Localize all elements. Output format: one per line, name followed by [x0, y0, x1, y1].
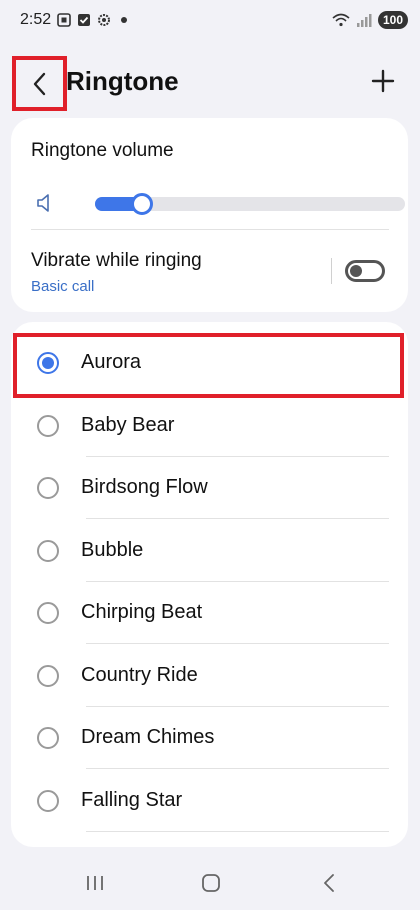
volume-row: [31, 188, 405, 218]
back-icon: [324, 874, 334, 892]
chevron-left-icon: [33, 72, 45, 95]
vibrate-sublabel: Basic call: [31, 278, 95, 295]
ringtone-item[interactable]: Baby Bear: [11, 395, 408, 457]
ringtone-item[interactable]: Aurora: [11, 332, 408, 394]
ringtone-item[interactable]: Dream Chimes: [11, 707, 408, 769]
back-button[interactable]: [12, 56, 67, 111]
status-time: 2:52: [20, 11, 52, 28]
status-bar: 2:52 100: [0, 0, 420, 40]
card-divider: [31, 229, 389, 230]
speaker-icon[interactable]: [35, 192, 57, 214]
volume-slider[interactable]: [95, 193, 405, 215]
ringtone-label: Country Ride: [81, 663, 198, 686]
ringtone-label: Baby Bear: [81, 413, 175, 436]
add-ringtone-button[interactable]: [368, 66, 398, 96]
screenshot-icon: [57, 13, 71, 27]
toggle-knob: [350, 265, 362, 277]
radio-button[interactable]: [37, 664, 59, 687]
list-divider: [86, 830, 389, 832]
ringtone-volume-label: Ringtone volume: [31, 140, 174, 161]
vibrate-label[interactable]: Vibrate while ringing: [31, 250, 202, 272]
radio-button[interactable]: [37, 602, 59, 624]
plus-icon: [371, 69, 395, 93]
home-button[interactable]: [196, 871, 226, 895]
radio-button[interactable]: [37, 539, 59, 562]
app-header: Ringtone: [0, 52, 420, 112]
status-left: 2:52: [20, 11, 128, 29]
radio-button[interactable]: [37, 352, 59, 374]
ringtone-label: Falling Star: [81, 788, 183, 811]
dot-icon: [121, 17, 128, 23]
page-title: Ringtone: [66, 66, 179, 96]
recent-apps-button[interactable]: [80, 871, 110, 895]
vibrate-toggle[interactable]: [345, 260, 385, 282]
ringtone-item[interactable]: Bubble: [11, 520, 408, 582]
check-icon: [78, 14, 91, 26]
navigation-bar: [0, 855, 420, 910]
status-right: 100: [332, 11, 408, 29]
radio-button[interactable]: [37, 477, 59, 499]
settings-icon: [98, 14, 111, 26]
ringtone-list: Aurora Baby Bear Birdsong Flow Bubble Chirpi…: [11, 322, 408, 847]
home-icon: [202, 874, 220, 892]
vertical-divider: [331, 258, 332, 284]
ringtone-label: Chirping Beat: [81, 601, 203, 623]
ringtone-label: Birdsong Flow: [81, 476, 208, 498]
radio-button[interactable]: [37, 414, 59, 437]
radio-button[interactable]: [37, 789, 59, 812]
wifi-icon: [332, 13, 350, 27]
battery-indicator: 100: [377, 11, 408, 29]
radio-button[interactable]: [37, 727, 59, 749]
ringtone-item[interactable]: Falling Star: [11, 770, 408, 832]
volume-slider-thumb[interactable]: [130, 193, 153, 215]
nav-back-button[interactable]: [314, 871, 344, 895]
ringtone-item[interactable]: Birdsong Flow: [11, 457, 408, 519]
ringtone-label: Bubble: [81, 538, 144, 561]
ringtone-label: Dream Chimes: [81, 726, 215, 748]
recent-apps-icon: [87, 876, 103, 890]
sound-settings-card: Ringtone volume Vibrate while ringing Ba…: [11, 118, 408, 312]
ringtone-label: Aurora: [81, 351, 142, 373]
signal-icon: [356, 14, 372, 27]
ringtone-item[interactable]: Chirping Beat: [11, 582, 408, 644]
ringtone-item[interactable]: Country Ride: [11, 645, 408, 707]
